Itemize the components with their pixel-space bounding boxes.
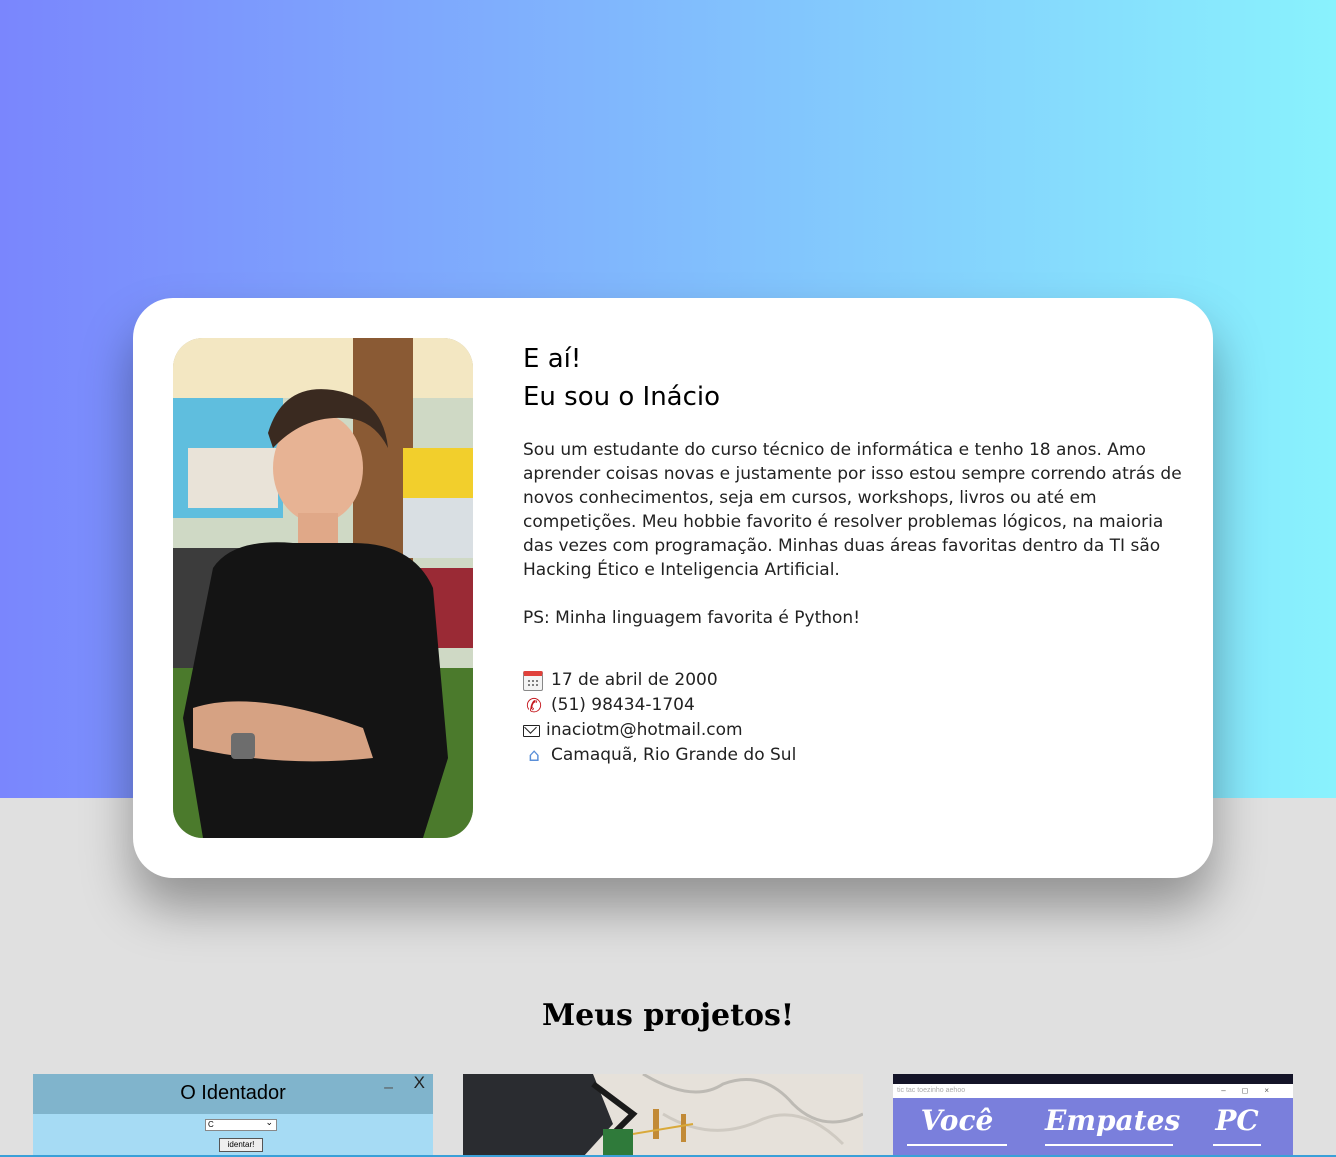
minimize-icon: – — [384, 1079, 393, 1096]
contact-location: ⌂ Camaquã, Rio Grande do Sul — [523, 743, 1183, 768]
greeting-line-1: E aí! — [523, 344, 582, 374]
ps-text: PS: Minha linguagem favorita é Python! — [523, 608, 861, 628]
location-text: Camaquã, Rio Grande do Sul — [551, 745, 797, 765]
profile-card: E aí! Eu sou o Inácio Sou um estudante d… — [133, 298, 1213, 878]
contact-phone: ✆ (51) 98434-1704 — [523, 693, 1183, 718]
calendar-icon — [523, 670, 543, 691]
greeting-line-2: Eu sou o Inácio — [523, 382, 721, 412]
projects-title: Meus projetos! — [541, 998, 795, 1033]
score-underline — [907, 1144, 1007, 1146]
identador-title: O Identador — [180, 1082, 286, 1104]
contact-birthday: 17 de abril de 2000 — [523, 668, 1183, 693]
project-card-tictactoe[interactable]: tic tac toezinho aehoo –◻× Você Empates … — [893, 1074, 1293, 1157]
bio-text: Sou um estudante do curso técnico de inf… — [523, 440, 1182, 580]
score-label-empates: Empates — [1045, 1104, 1181, 1137]
envelope-icon — [523, 724, 540, 737]
profile-photo — [173, 338, 473, 838]
tictactoe-scoreboard: Você Empates PC — [893, 1098, 1293, 1157]
contact-email: inaciotm@hotmail.com — [523, 718, 1183, 743]
score-label-voce: Você — [920, 1104, 994, 1137]
identar-button: identar! — [219, 1138, 263, 1152]
birthday-text: 17 de abril de 2000 — [551, 670, 718, 690]
email-text: inaciotm@hotmail.com — [546, 720, 743, 740]
project-card-arduino[interactable] — [463, 1074, 863, 1157]
tictactoe-titlebar: tic tac toezinho aehoo –◻× — [893, 1084, 1293, 1098]
score-underline — [1045, 1144, 1173, 1146]
phone-icon: ✆ — [526, 694, 542, 717]
house-icon: ⌂ — [528, 744, 540, 766]
window-controls-icon: –◻× — [1221, 1086, 1285, 1095]
tictactoe-title: tic tac toezinho aehoo — [897, 1087, 966, 1094]
score-underline — [1213, 1144, 1261, 1146]
profile-info: E aí! Eu sou o Inácio Sou um estudante d… — [523, 340, 1183, 768]
page: E aí! Eu sou o Inácio Sou um estudante d… — [0, 0, 1336, 1157]
close-icon: X — [413, 1074, 425, 1092]
phone-text: (51) 98434-1704 — [551, 695, 695, 715]
language-select: C — [205, 1117, 277, 1131]
arduino-photo — [463, 1074, 863, 1157]
tictactoe-top-strip — [893, 1074, 1293, 1084]
greeting-heading: E aí! Eu sou o Inácio — [523, 340, 1183, 416]
identador-titlebar: O Identador – X — [33, 1074, 433, 1114]
score-label-pc: PC — [1215, 1104, 1259, 1137]
contact-list: 17 de abril de 2000 ✆ (51) 98434-1704 in… — [523, 668, 1183, 768]
project-card-identador[interactable]: O Identador – X C identar! — [33, 1074, 433, 1157]
